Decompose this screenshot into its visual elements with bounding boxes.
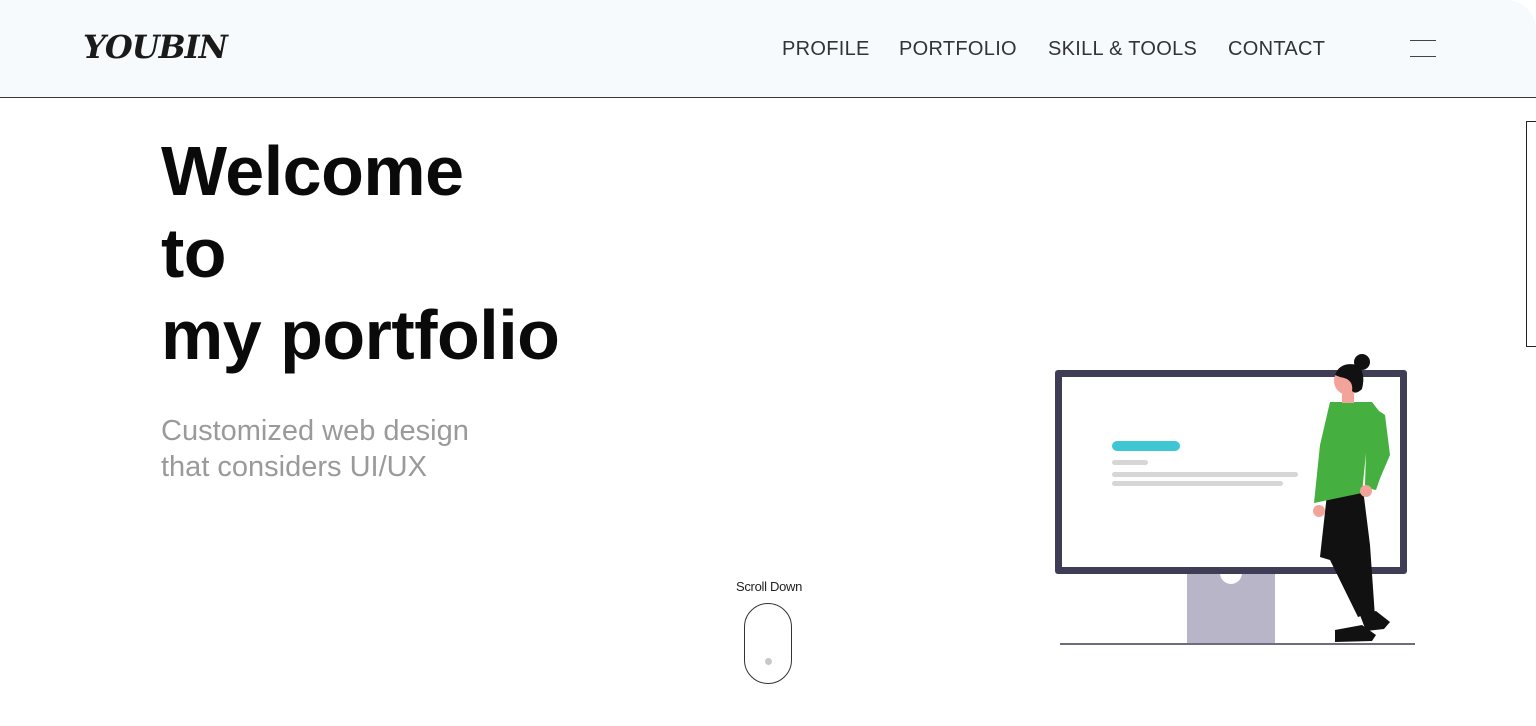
nav-link-portfolio[interactable]: PORTFOLIO xyxy=(899,38,1017,61)
nav-link-contact[interactable]: CONTACT xyxy=(1228,38,1325,61)
site-header: YOUBIN PROFILE PORTFOLIO SKILL & TOOLS C… xyxy=(0,0,1536,98)
site-logo[interactable]: YOUBIN xyxy=(83,28,228,66)
hero-subtitle-line: that considers UI/UX xyxy=(161,451,427,483)
hero-title-line: my portfolio xyxy=(161,296,560,374)
person-presenting-monitor-illustration xyxy=(1040,345,1430,660)
mouse-scroll-icon[interactable] xyxy=(744,603,792,684)
hero-subtitle: Customized web design that considers UI/… xyxy=(161,413,469,485)
hero-title: Welcome to my portfolio xyxy=(161,130,560,376)
hero-title-line: to xyxy=(161,214,227,292)
mouse-wheel-dot xyxy=(765,658,772,665)
scroll-down-label: Scroll Down xyxy=(735,579,803,594)
hamburger-menu-icon[interactable] xyxy=(1410,40,1436,58)
side-panel-edge xyxy=(1526,121,1536,347)
hero-title-line: Welcome xyxy=(161,132,464,210)
nav-link-profile[interactable]: PROFILE xyxy=(782,38,870,61)
nav-link-skill-tools[interactable]: SKILL & TOOLS xyxy=(1048,38,1197,61)
hero-subtitle-line: Customized web design xyxy=(161,415,469,447)
